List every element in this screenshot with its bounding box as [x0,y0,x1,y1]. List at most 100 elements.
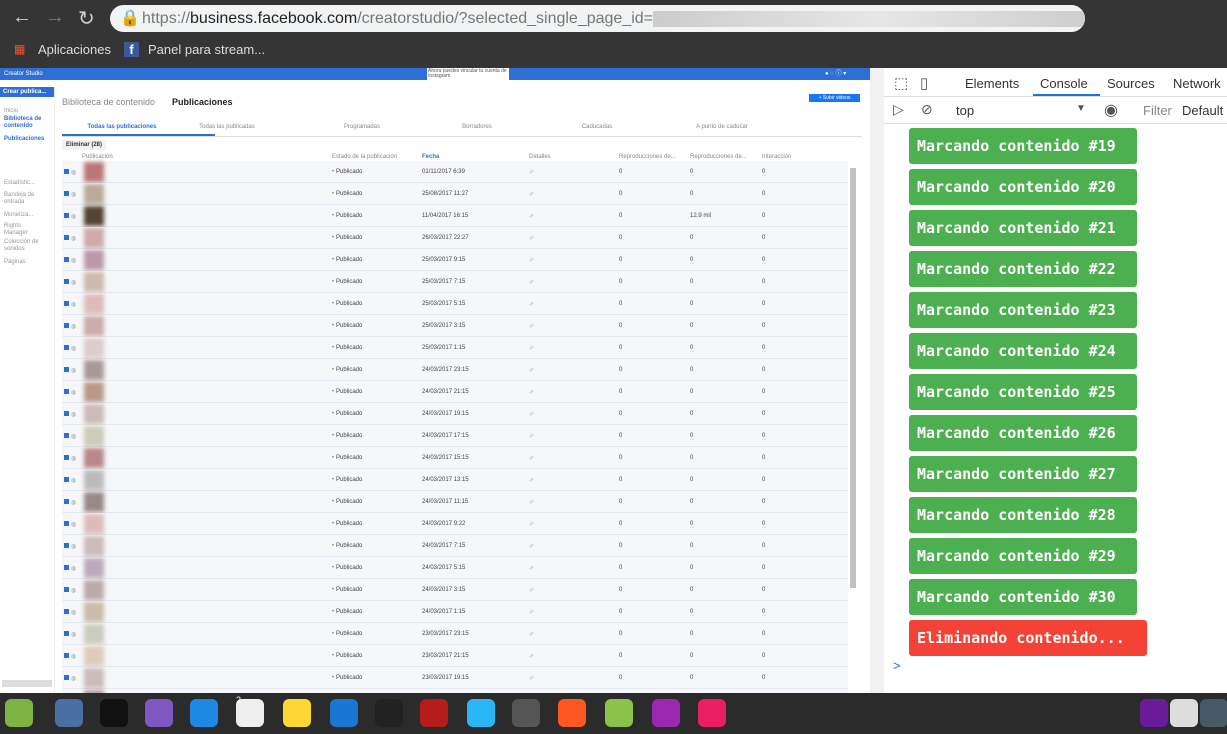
create-post-button[interactable]: Crear publica... [0,87,54,97]
notifications-icon[interactable]: ● ◌ ⓘ ▾ [825,68,846,80]
table-row[interactable]: ◍ • Publicado 24/03/2017 7:15 ✐ 0 0 0 [62,535,848,557]
boost-icon[interactable]: ✐ [529,477,534,484]
row-checkbox[interactable] [64,323,69,328]
boost-icon[interactable]: ✐ [529,235,534,242]
camera-icon[interactable] [55,699,83,727]
sidebar-item-monetize[interactable]: Monetiza... [4,212,33,219]
row-checkbox[interactable] [64,543,69,548]
delete-button[interactable]: Eliminar (28) [62,140,107,150]
row-checkbox[interactable] [64,631,69,636]
sidebar-item-sounds[interactable]: Colección de sonidos [4,239,49,253]
boost-icon[interactable]: ✐ [529,543,534,550]
sidebar-item-pages[interactable]: Páginas [4,259,26,266]
boost-icon[interactable]: ✐ [529,499,534,506]
boost-icon[interactable]: ✐ [529,565,534,572]
table-row[interactable]: ◍ • Publicado 24/03/2017 3:15 ✐ 0 0 0 [62,579,848,601]
column-header[interactable]: Publicación [82,154,113,160]
boost-icon[interactable]: ✐ [529,389,534,396]
table-row[interactable]: ◍ • Publicado 24/03/2017 15:15 ✐ 0 0 0 [62,447,848,469]
boost-icon[interactable]: ✐ [529,345,534,352]
tab-4[interactable]: Caducadas [532,124,662,130]
inspect-icon[interactable]: ⬚ [894,74,908,92]
breadcrumb-parent[interactable]: Biblioteca de contenido [62,97,155,107]
boost-icon[interactable]: ✐ [529,323,534,330]
android-studio-icon[interactable] [605,699,633,727]
vscode-icon[interactable] [190,699,218,727]
forward-button[interactable]: → [45,6,65,29]
table-scrollbar[interactable] [850,168,856,588]
boost-icon[interactable]: ✐ [529,653,534,660]
boost-icon[interactable]: ✐ [529,587,534,594]
device-toolbar-icon[interactable]: ▯ [920,74,928,92]
chrome-tray-icon[interactable] [1170,699,1198,727]
sidebar-item-rights[interactable]: Rights Manager [4,223,44,237]
mysql-icon[interactable] [330,699,358,727]
splitter[interactable] [870,68,884,693]
idea-icon[interactable] [283,699,311,727]
row-checkbox[interactable] [64,367,69,372]
table-row[interactable]: ◍ • Publicado 25/08/2017 11:27 ✐ 0 0 0 [62,183,848,205]
tab-2[interactable]: Programadas [297,124,427,130]
table-row[interactable]: ◍ • Publicado 25/03/2017 3:15 ✐ 0 0 0 [62,315,848,337]
table-row[interactable]: ◍ • Publicado 23/03/2017 23:15 ✐ 0 0 0 [62,623,848,645]
postman-icon[interactable] [558,699,586,727]
boost-icon[interactable]: ✐ [529,455,534,462]
upload-videos-button[interactable]: + Subir videos [809,94,860,102]
boost-icon[interactable]: ✐ [529,213,534,220]
table-row[interactable]: ◍ • Publicado 25/03/2017 7:15 ✐ 0 0 0 [62,271,848,293]
files-icon[interactable] [145,699,173,727]
obs-icon[interactable] [375,699,403,727]
clear-console-icon[interactable]: ⊘ [921,101,933,118]
firefox-tray-icon[interactable] [1140,699,1168,727]
row-checkbox[interactable] [64,301,69,306]
column-header[interactable]: Reproducciones de... [619,154,676,160]
app-icon[interactable] [467,699,495,727]
row-checkbox[interactable] [64,235,69,240]
boost-icon[interactable]: ✐ [529,169,534,176]
boost-icon[interactable]: ✐ [529,279,534,286]
sidebar-item-posts[interactable]: Publicaciones [4,136,44,143]
firefox-dev-icon[interactable] [652,699,680,727]
table-row[interactable]: ◍ • Publicado 24/03/2017 13:15 ✐ 0 0 0 [62,469,848,491]
table-row[interactable]: ◍ • Publicado 24/03/2017 9:22 ✐ 0 0 0 [62,513,848,535]
tab-5[interactable]: A punto de caducar [657,124,787,130]
sublime-icon[interactable] [512,699,540,727]
table-row[interactable]: ◍ • Publicado 01/11/2017 6:39 ✐ 0 0 0 [62,161,848,183]
boost-icon[interactable]: ✐ [529,301,534,308]
table-row[interactable]: ◍ • Publicado 25/03/2017 9:15 ✐ 0 0 0 [62,249,848,271]
table-row[interactable]: ◍ • Publicado 25/03/2017 5:15 ✐ 0 0 0 [62,293,848,315]
table-row[interactable]: ◍ • Publicado 24/03/2017 1:15 ✐ 0 0 0 [62,601,848,623]
devtools-tab-elements[interactable]: Elements [965,76,1019,91]
reload-button[interactable]: ↻ [78,6,95,31]
devtools-tab-console[interactable]: Console [1040,76,1088,91]
row-checkbox[interactable] [64,521,69,526]
row-checkbox[interactable] [64,257,69,262]
table-row[interactable]: ◍ • Publicado 24/03/2017 11:15 ✐ 0 0 0 [62,491,848,513]
boost-icon[interactable]: ✐ [529,675,534,682]
sidebar-toggle-icon[interactable]: ▷ [893,101,904,118]
devtools-tab-network[interactable]: Network [1173,76,1221,91]
row-checkbox[interactable] [64,455,69,460]
table-row[interactable]: ◍ • Publicado 23/03/2017 21:15 ✐ 0 0 0 [62,645,848,667]
table-row[interactable]: ◍ • Publicado 24/03/2017 19:15 ✐ 0 0 0 [62,403,848,425]
sidebar-scrollbar[interactable] [2,680,52,687]
sidebar-item-stats[interactable]: Estadístic... [4,180,35,187]
bookmark-panel[interactable]: Panel para stream... [148,42,265,57]
row-checkbox[interactable] [64,169,69,174]
log-levels-select[interactable]: Default [1182,103,1223,118]
shield-tray-icon[interactable] [1200,699,1227,727]
row-checkbox[interactable] [64,653,69,658]
row-checkbox[interactable] [64,433,69,438]
boost-icon[interactable]: ✐ [529,609,534,616]
column-header[interactable]: Detalles [529,154,551,160]
table-row[interactable]: ◍ • Publicado 25/03/2017 1:15 ✐ 0 0 0 [62,337,848,359]
address-bar[interactable]: 🔒 https://business.facebook.com/creatorst… [110,5,1085,32]
chevron-down-icon[interactable]: ▼ [1076,103,1086,114]
boost-icon[interactable]: ✐ [529,257,534,264]
column-header[interactable]: Estado de la publicación [332,154,397,160]
boost-icon[interactable]: ✐ [529,631,534,638]
instagram-notice[interactable]: Ahora puedes vincular tu cuenta de Insta… [427,68,509,80]
row-checkbox[interactable] [64,411,69,416]
boost-icon[interactable]: ✐ [529,367,534,374]
column-header[interactable]: Reproducciones de... [690,154,747,160]
